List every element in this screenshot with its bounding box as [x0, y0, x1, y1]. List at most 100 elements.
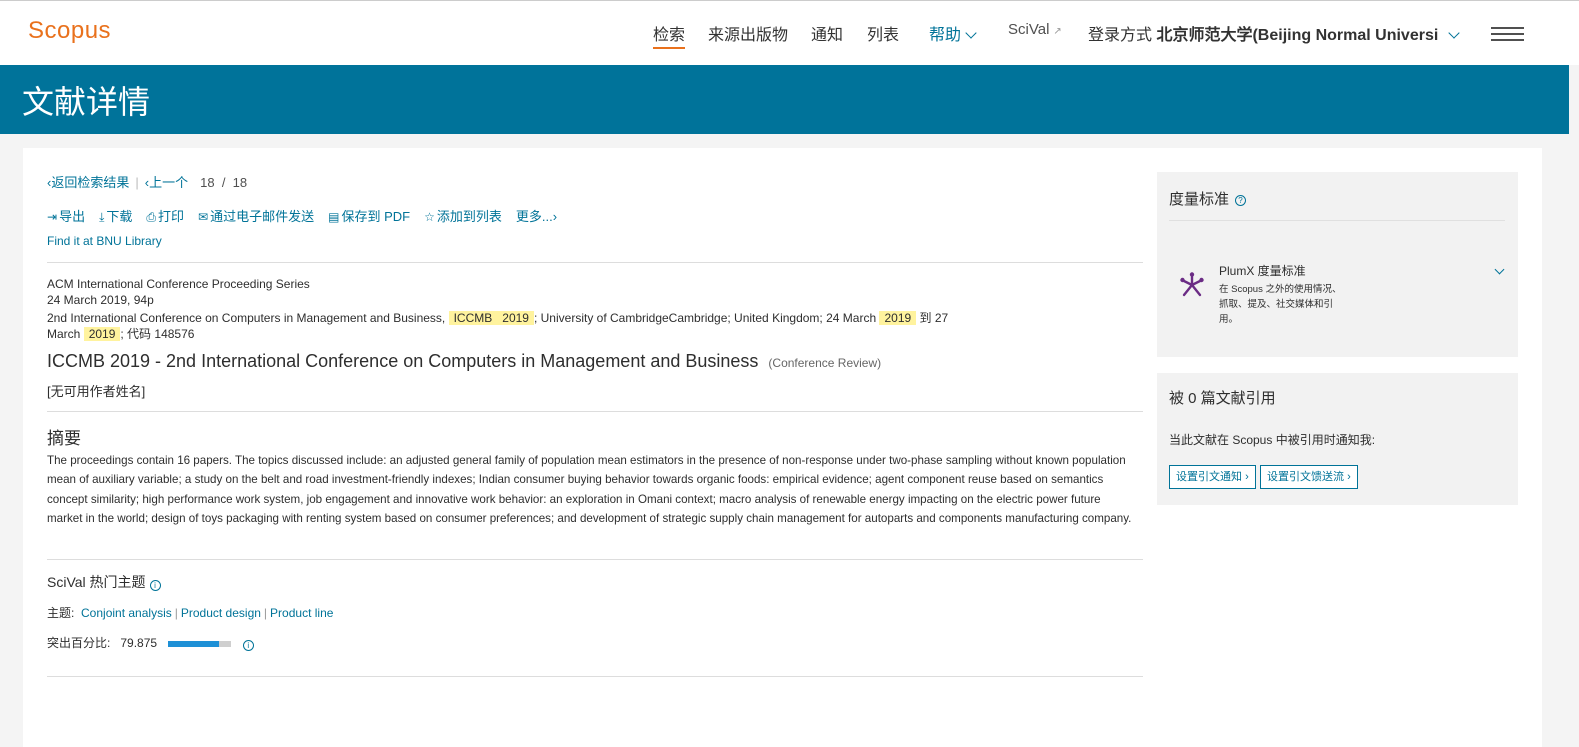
- hamburger-menu-icon[interactable]: [1491, 27, 1524, 41]
- search-highlight: 2019: [879, 311, 917, 325]
- divider: [47, 411, 1143, 412]
- info-icon[interactable]: i: [149, 580, 161, 591]
- prominence-percentile: 突出百分比: 79.875 i: [47, 634, 254, 651]
- find-it-link[interactable]: Find it at BNU Library: [47, 234, 162, 248]
- topic-link[interactable]: Conjoint analysis: [81, 606, 172, 620]
- scopus-logo[interactable]: Scopus: [28, 17, 111, 45]
- add-to-list-button[interactable]: ☆ 添加到列表: [424, 209, 502, 224]
- save-pdf-button[interactable]: ▤ 保存到 PDF: [328, 209, 410, 224]
- authors: [无可用作者姓名]: [47, 384, 146, 399]
- metrics-heading: 度量标准?: [1169, 188, 1247, 209]
- conference-date-to: 到 27: [919, 311, 949, 325]
- email-label: 通过电子邮件发送: [210, 209, 315, 224]
- scival-topics: 主题: Conjoint analysis | Product design | Pro…: [47, 604, 333, 621]
- abstract-heading: 摘要: [47, 429, 81, 448]
- nav-lists[interactable]: 列表: [867, 21, 899, 45]
- previous-link[interactable]: ‹上一个: [145, 175, 188, 190]
- conference-month: March: [47, 327, 81, 341]
- search-highlight: 2019: [83, 327, 121, 341]
- topic-link[interactable]: Product line: [270, 606, 333, 620]
- divider: |: [135, 175, 139, 190]
- institution-login[interactable]: 登录方式 北京师范大学(Beijing Normal Universi: [1088, 21, 1460, 45]
- chevron-right-icon: ›: [1347, 471, 1351, 483]
- divider: |: [263, 606, 268, 620]
- document-type: (Conference Review): [768, 356, 882, 370]
- nav-scival-label: SciVal: [1008, 21, 1050, 38]
- citation-alert-note: 当此文献在 Scopus 中被引用时通知我:: [1169, 433, 1376, 447]
- star-icon: ☆: [424, 210, 435, 224]
- print-label: 打印: [158, 209, 185, 224]
- document-title: ICCMB 2019 - 2nd International Conferenc…: [47, 351, 759, 371]
- info-icon[interactable]: i: [242, 640, 254, 651]
- percentile-label: 突出百分比:: [47, 636, 111, 650]
- metrics-card: 度量标准? PlumX 度量标准 在 Scopus 之外的使用情况、抓取、提及、…: [1157, 172, 1518, 357]
- conference-info: 2nd International Conference on Computer…: [47, 309, 948, 326]
- back-to-results-link[interactable]: ‹返回检索结果: [47, 175, 129, 190]
- current-index: 18: [200, 175, 215, 190]
- export-button[interactable]: ⇥ 导出: [47, 209, 85, 224]
- export-label: 导出: [59, 209, 86, 224]
- total-count: 18: [232, 175, 248, 190]
- chevron-down-icon[interactable]: [1494, 264, 1505, 275]
- search-highlight: 2019: [497, 311, 534, 325]
- plumx-description: 在 Scopus 之外的使用情况、抓取、提及、社交媒体和引用。: [1219, 284, 1342, 325]
- chevron-right-icon: ›: [552, 209, 558, 224]
- nav-scival[interactable]: SciVal ↗: [1008, 21, 1062, 38]
- previous-label: 上一个: [149, 175, 189, 190]
- chevron-down-icon: [965, 27, 977, 39]
- login-prefix: 登录方式: [1088, 27, 1153, 44]
- abstract-text: The proceedings contain 16 papers. The t…: [47, 454, 1132, 525]
- document-pagination: ‹返回检索结果 | ‹上一个 18 / 18: [47, 172, 247, 191]
- scival-heading-label: SciVal 热门主题: [47, 574, 146, 590]
- external-link-icon: ↗: [1053, 26, 1062, 37]
- conference-info-cont: March 2019; 代码 148576: [47, 325, 194, 342]
- export-icon: ⇥: [47, 210, 58, 224]
- page-counter: 18 / 18: [200, 175, 247, 190]
- topic-label: 主题:: [47, 606, 75, 620]
- counter-separator: /: [221, 175, 226, 190]
- citation-alert-label: 设置引文通知: [1176, 471, 1242, 483]
- chevron-right-icon: ›: [1245, 471, 1249, 483]
- top-navigation-bar: Scopus 检索 来源出版物 通知 列表 帮助 SciVal ↗ 登录方式 北京…: [0, 0, 1579, 65]
- citations-card: 被 0 篇文献引用 当此文献在 Scopus 中被引用时通知我: 设置引文通知 …: [1157, 373, 1518, 505]
- download-icon: ⤓: [99, 210, 105, 224]
- save-pdf-label: 保存到 PDF: [341, 209, 411, 224]
- set-citation-alert-button[interactable]: 设置引文通知 ›: [1169, 465, 1256, 489]
- metrics-heading-label: 度量标准: [1169, 191, 1230, 208]
- nav-search[interactable]: 检索: [653, 21, 686, 49]
- print-button[interactable]: ⎙ 打印: [146, 209, 184, 224]
- conference-name: 2nd International Conference on Computer…: [47, 311, 446, 325]
- more-actions-button[interactable]: 更多...›: [516, 209, 557, 224]
- percentile-bar-fill: [168, 640, 219, 647]
- nav-alerts[interactable]: 通知: [811, 21, 843, 45]
- chevron-down-icon: [1448, 27, 1460, 39]
- scival-heading: SciVal 热门主题 i: [47, 572, 161, 592]
- plumx-icon: [1180, 272, 1204, 297]
- nav-help[interactable]: 帮助: [929, 21, 977, 45]
- download-button[interactable]: ⤓ 下载: [99, 209, 132, 224]
- more-label: 更多...: [515, 209, 553, 224]
- cited-by-heading: 被 0 篇文献引用: [1169, 390, 1276, 407]
- email-button[interactable]: ✉ 通过电子邮件发送: [198, 209, 314, 224]
- nav-help-label: 帮助: [929, 27, 962, 44]
- print-icon: ⎙: [146, 210, 157, 224]
- pdf-icon: ▤: [328, 210, 340, 224]
- nav-sources[interactable]: 来源出版物: [708, 21, 788, 45]
- document-title-row: ICCMB 2019 - 2nd International Conferenc…: [47, 351, 881, 372]
- email-icon: ✉: [198, 210, 209, 224]
- divider: |: [174, 606, 178, 620]
- conference-code: ; 代码 148576: [120, 327, 195, 341]
- document-actions: ⇥ 导出 ⤓ 下载 ⎙ 打印 ✉ 通过电子邮件发送 ▤ 保存到 PDF ☆ 添加到列表 更多...›: [47, 206, 571, 225]
- set-citation-feed-button[interactable]: 设置引文馈送流 ›: [1260, 465, 1358, 489]
- source-series-link[interactable]: ACM International Conference Proceeding …: [47, 277, 310, 291]
- search-highlight: ICCMB: [448, 311, 498, 325]
- topic-link[interactable]: Product design: [181, 606, 261, 620]
- institution-name: 北京师范大学(Beijing Normal Universi: [1156, 27, 1439, 44]
- percentile-value: 79.875: [120, 636, 158, 650]
- citation-feed-label: 设置引文馈送流: [1267, 471, 1344, 483]
- download-label: 下载: [106, 209, 133, 224]
- source-date-pages: 24 March 2019, 94p: [47, 293, 154, 307]
- help-icon[interactable]: ?: [1235, 195, 1247, 206]
- plumx-title[interactable]: PlumX 度量标准: [1219, 262, 1306, 279]
- divider: [47, 559, 1143, 560]
